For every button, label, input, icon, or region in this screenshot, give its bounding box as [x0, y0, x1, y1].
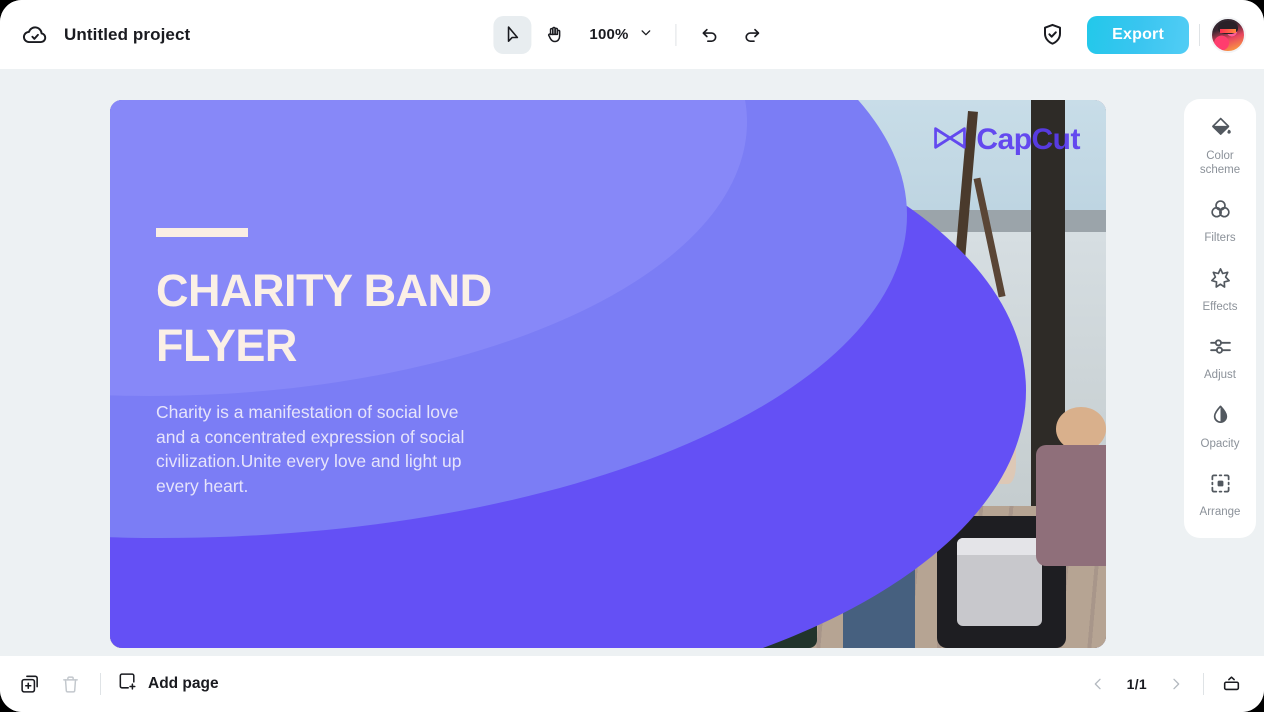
divider-rule — [156, 228, 248, 237]
opacity-droplet-icon — [1208, 403, 1233, 433]
panel-item-adjust[interactable]: Adjust — [1187, 334, 1253, 383]
panel-label-filters: Filters — [1204, 232, 1236, 245]
page-navigation: 1/1 — [1083, 668, 1246, 700]
page-nav-divider — [1203, 673, 1204, 695]
zoom-level-value: 100% — [589, 26, 629, 43]
page-indicator: 1/1 — [1126, 676, 1147, 692]
panel-item-effects[interactable]: Effects — [1187, 266, 1253, 315]
chevron-left-icon[interactable] — [1083, 668, 1113, 700]
right-tools-panel: Color scheme Filters Effects Adjust Opac… — [1184, 99, 1256, 538]
page-title[interactable]: Untitled project — [64, 25, 190, 45]
paint-bucket-icon — [1208, 115, 1233, 145]
project-info: Untitled project — [22, 22, 190, 48]
avatar[interactable] — [1210, 16, 1246, 53]
panel-item-arrange[interactable]: Arrange — [1187, 471, 1253, 520]
toolbar-divider — [675, 23, 677, 46]
export-button[interactable]: Export — [1087, 15, 1189, 54]
chevron-down-icon — [640, 26, 653, 44]
cloud-check-icon[interactable] — [22, 22, 48, 48]
panel-label-color-scheme: Color scheme — [1199, 150, 1241, 176]
bottom-toolbar: Add page 1/1 — [0, 656, 1264, 712]
redo-icon[interactable] — [733, 16, 771, 54]
add-page-icon — [117, 671, 138, 697]
sliders-icon — [1208, 334, 1233, 364]
panel-label-opacity: Opacity — [1200, 437, 1240, 450]
expand-panel-icon[interactable] — [1216, 668, 1246, 700]
panel-label-effects: Effects — [1202, 300, 1238, 313]
add-page-label: Add page — [148, 675, 219, 692]
panel-label-adjust: Adjust — [1204, 369, 1236, 382]
canvas-area: CHARITY BAND FLYER Charity is a manifest… — [0, 69, 1264, 656]
panel-item-color-scheme[interactable]: Color scheme — [1187, 115, 1253, 177]
chevron-right-icon[interactable] — [1161, 668, 1191, 700]
arrange-frame-icon — [1208, 471, 1233, 501]
capcut-watermark: CapCut — [933, 123, 1080, 157]
center-tools: 100% — [493, 15, 771, 54]
shield-check-icon[interactable] — [1033, 16, 1071, 54]
flyer-text-block: CHARITY BAND FLYER Charity is a manifest… — [156, 228, 576, 499]
app-window: Untitled project 100% Export CHARITY BAN… — [0, 0, 1264, 712]
select-cursor-tool[interactable] — [493, 15, 532, 54]
sparkle-star-icon — [1208, 266, 1233, 296]
hand-tool[interactable] — [535, 16, 573, 54]
filters-circles-icon — [1208, 197, 1233, 227]
topbar-right-divider — [1199, 23, 1200, 46]
topbar-right: Export — [1033, 15, 1246, 54]
zoom-control[interactable]: 100% — [577, 16, 661, 54]
top-toolbar: Untitled project 100% Export — [0, 0, 1264, 69]
duplicate-page-icon[interactable] — [10, 666, 50, 702]
artboard-page-1[interactable]: CHARITY BAND FLYER Charity is a manifest… — [110, 100, 1106, 648]
flyer-headline[interactable]: CHARITY BAND FLYER — [156, 264, 576, 374]
bottombar-divider — [100, 673, 101, 695]
undo-icon[interactable] — [691, 16, 729, 54]
flyer-body-text[interactable]: Charity is a manifestation of social lov… — [156, 400, 486, 499]
panel-label-arrange: Arrange — [1199, 506, 1241, 519]
panel-item-opacity[interactable]: Opacity — [1187, 403, 1253, 452]
capcut-watermark-text: CapCut — [976, 123, 1080, 156]
capcut-logo-icon — [933, 125, 967, 156]
panel-item-filters[interactable]: Filters — [1187, 197, 1253, 246]
add-page-button[interactable]: Add page — [111, 666, 225, 702]
trash-icon[interactable] — [50, 666, 90, 702]
